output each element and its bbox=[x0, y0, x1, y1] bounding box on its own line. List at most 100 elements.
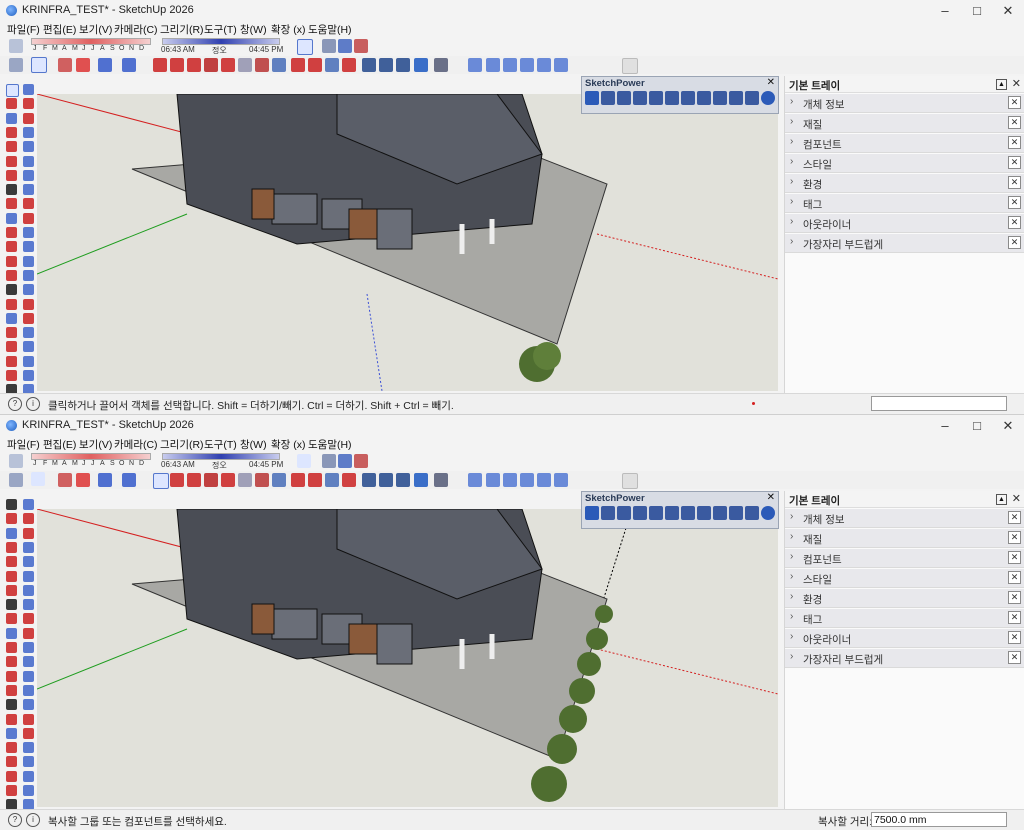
sp-tool-icon[interactable] bbox=[729, 91, 743, 105]
rotate-icon[interactable] bbox=[23, 126, 34, 138]
view-left-icon[interactable] bbox=[554, 58, 568, 72]
move-icon[interactable] bbox=[153, 473, 169, 489]
select-icon[interactable] bbox=[23, 770, 34, 782]
component-icon[interactable] bbox=[322, 454, 336, 468]
view-front-icon[interactable] bbox=[503, 58, 517, 72]
tray-panel-styles[interactable]: › 스타일 ✕ bbox=[785, 569, 1024, 588]
text-icon[interactable] bbox=[23, 241, 34, 253]
date-slider[interactable] bbox=[31, 38, 151, 45]
select-icon[interactable] bbox=[23, 355, 34, 367]
move-icon[interactable] bbox=[6, 126, 17, 138]
zoom-icon[interactable] bbox=[9, 58, 23, 72]
close-icon[interactable]: ✕ bbox=[1008, 176, 1021, 189]
zoom-extents-icon[interactable] bbox=[342, 58, 356, 72]
tray-panel-outliner[interactable]: › 아웃라이너 ✕ bbox=[785, 214, 1024, 233]
sp-tool-icon[interactable] bbox=[745, 506, 759, 520]
circle-icon[interactable] bbox=[122, 58, 136, 72]
component-icon[interactable] bbox=[322, 39, 336, 53]
close-icon[interactable]: ✕ bbox=[767, 77, 775, 88]
info-icon[interactable]: i bbox=[26, 813, 40, 827]
text-icon[interactable] bbox=[6, 570, 17, 582]
tray-panel-tags[interactable]: › 태그 ✕ bbox=[785, 609, 1024, 628]
date-slider[interactable] bbox=[31, 453, 151, 460]
sp-tool-icon[interactable] bbox=[665, 506, 679, 520]
menu-view[interactable]: 보기(V) bbox=[79, 437, 112, 452]
push-pull-icon[interactable] bbox=[187, 473, 201, 487]
tape-icon[interactable] bbox=[6, 656, 17, 668]
follow-me-icon[interactable] bbox=[204, 58, 218, 72]
rotate-icon[interactable] bbox=[23, 727, 34, 739]
rotate-icon[interactable] bbox=[170, 473, 184, 487]
scale-icon[interactable] bbox=[6, 742, 17, 754]
view-iso-icon[interactable] bbox=[468, 473, 482, 487]
sp-tool-icon[interactable] bbox=[745, 91, 759, 105]
maximize-icon[interactable]: □ bbox=[962, 2, 992, 20]
select-icon[interactable] bbox=[23, 169, 34, 181]
close-icon[interactable]: ✕ bbox=[1008, 236, 1021, 249]
push-pull-icon[interactable] bbox=[153, 58, 167, 72]
view-top-icon[interactable] bbox=[486, 473, 500, 487]
orbit-icon[interactable] bbox=[291, 58, 305, 72]
arc-icon[interactable] bbox=[6, 212, 17, 224]
paint-icon[interactable] bbox=[23, 269, 34, 281]
paint-icon[interactable] bbox=[6, 184, 17, 196]
select-icon[interactable] bbox=[23, 584, 34, 596]
close-icon[interactable]: ✕ bbox=[767, 492, 775, 503]
shadow-settings-icon[interactable] bbox=[9, 39, 23, 53]
rectangle-icon[interactable] bbox=[23, 98, 34, 110]
view-iso-icon[interactable] bbox=[468, 58, 482, 72]
measurements-box[interactable] bbox=[871, 396, 1007, 411]
help-icon[interactable] bbox=[761, 91, 775, 105]
close-icon[interactable]: ✕ bbox=[1008, 591, 1021, 604]
move-icon[interactable] bbox=[6, 312, 17, 324]
close-icon[interactable]: ✕ bbox=[1008, 96, 1021, 109]
rotate-icon[interactable] bbox=[23, 312, 34, 324]
zoom-icon[interactable] bbox=[23, 255, 34, 267]
rectangle-icon[interactable] bbox=[23, 284, 34, 296]
geo-location-icon[interactable]: ? bbox=[8, 397, 22, 411]
line-icon[interactable] bbox=[23, 785, 34, 796]
eraser-icon[interactable] bbox=[354, 454, 368, 468]
orbit-icon[interactable] bbox=[23, 756, 34, 768]
move-icon[interactable] bbox=[187, 58, 201, 72]
rotate-icon[interactable] bbox=[6, 227, 17, 238]
line-icon[interactable] bbox=[6, 98, 17, 110]
pin-icon[interactable]: ▲ bbox=[996, 79, 1007, 90]
warehouse-icon[interactable] bbox=[362, 58, 376, 72]
move-icon[interactable] bbox=[23, 627, 34, 639]
eraser-icon[interactable] bbox=[354, 39, 368, 53]
paint-icon[interactable] bbox=[6, 785, 17, 796]
paint-icon[interactable] bbox=[6, 370, 17, 381]
menu-draw[interactable]: 그리기(R) bbox=[160, 22, 204, 37]
text-icon[interactable] bbox=[6, 341, 17, 353]
eraser-icon[interactable] bbox=[58, 58, 72, 72]
circle-icon[interactable] bbox=[6, 713, 17, 725]
circle-icon[interactable] bbox=[6, 527, 17, 539]
model-viewport[interactable] bbox=[37, 94, 778, 391]
tray-panel-outliner[interactable]: › 아웃라이너 ✕ bbox=[785, 629, 1024, 648]
info-icon[interactable]: i bbox=[26, 397, 40, 411]
profile-icon[interactable] bbox=[434, 58, 448, 72]
sketchpower-logo-icon[interactable] bbox=[585, 91, 599, 105]
circle-icon[interactable] bbox=[23, 613, 34, 625]
view-front-icon[interactable] bbox=[503, 473, 517, 487]
zoom-icon[interactable] bbox=[6, 355, 17, 367]
sp-tool-icon[interactable] bbox=[649, 506, 663, 520]
zoom-icon[interactable] bbox=[23, 670, 34, 682]
layout-icon[interactable] bbox=[396, 473, 410, 487]
scale-icon[interactable] bbox=[6, 327, 17, 339]
circle-icon[interactable] bbox=[6, 112, 17, 124]
close-icon[interactable]: ✕ bbox=[1008, 611, 1021, 624]
tape-icon[interactable] bbox=[255, 58, 269, 72]
line-icon[interactable] bbox=[6, 513, 17, 525]
select-icon[interactable] bbox=[31, 57, 47, 73]
sp-tool-icon[interactable] bbox=[697, 506, 711, 520]
menu-draw[interactable]: 그리기(R) bbox=[160, 437, 204, 452]
select-icon[interactable] bbox=[6, 499, 17, 510]
help-icon[interactable] bbox=[761, 506, 775, 520]
eraser-icon[interactable] bbox=[58, 473, 72, 487]
zoom-icon[interactable] bbox=[9, 473, 23, 487]
tray-panel-soften-edges[interactable]: › 가장자리 부드럽게 ✕ bbox=[785, 234, 1024, 253]
view-right-icon[interactable] bbox=[520, 473, 534, 487]
scale-icon[interactable] bbox=[23, 227, 34, 238]
